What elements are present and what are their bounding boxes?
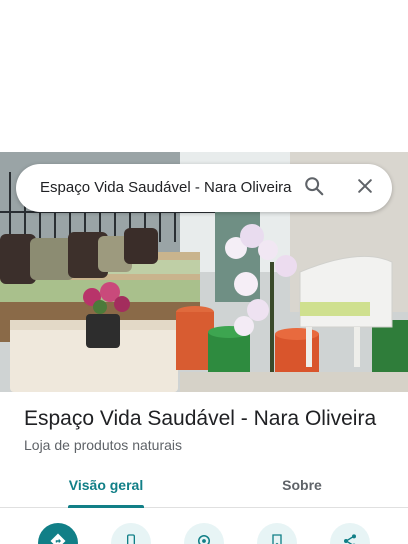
tab-about[interactable]: Sobre [250, 468, 354, 508]
search-button[interactable] [298, 172, 330, 204]
nearby-icon [195, 532, 213, 544]
search-bar[interactable]: Espaço Vida Saudável - Nara Oliveira [16, 164, 392, 212]
directions-icon [49, 532, 67, 544]
call-button[interactable] [111, 523, 151, 544]
tab-bar: Visão geral Sobre [0, 468, 408, 508]
nearby-button[interactable] [184, 523, 224, 544]
share-button[interactable] [330, 523, 370, 544]
tab-overview[interactable]: Visão geral [54, 468, 158, 508]
action-buttons-row [0, 518, 408, 544]
map-background [0, 0, 408, 152]
tab-selected-indicator [68, 505, 144, 508]
search-icon [303, 175, 325, 202]
directions-button[interactable] [38, 523, 78, 544]
tab-about-label: Sobre [282, 477, 322, 493]
place-title: Espaço Vida Saudável - Nara Oliveira [24, 407, 377, 430]
tab-overview-label: Visão geral [68, 477, 144, 493]
place-category: Loja de produtos naturais [24, 437, 182, 453]
call-icon [123, 533, 139, 544]
close-button[interactable] [349, 172, 381, 204]
search-input[interactable]: Espaço Vida Saudável - Nara Oliveira [40, 164, 302, 212]
save-button[interactable] [257, 523, 297, 544]
share-icon [342, 533, 358, 544]
close-icon [355, 176, 375, 201]
save-icon [269, 533, 285, 544]
